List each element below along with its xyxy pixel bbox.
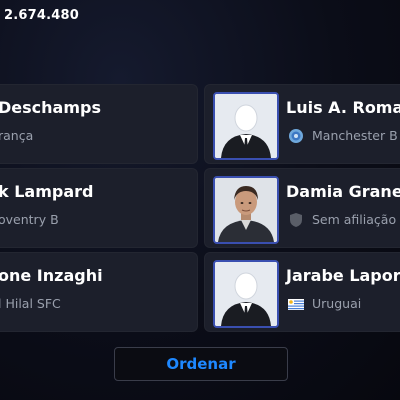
coach-club: oventry B [0,212,59,227]
coach-club: l Hilal SFC [0,296,61,311]
coach-club: Uruguai [312,296,362,311]
coach-portrait-photo [213,176,279,244]
coach-card-deschamps[interactable]: Deschamps rança [0,84,198,164]
coach-list: Deschamps rança Luis A. Roman Manchester… [0,0,400,400]
coach-club: Manchester B [312,128,398,143]
coach-card-luis-roman[interactable]: Luis A. Roman Manchester B [204,84,400,164]
coach-club: rança [0,128,34,143]
coach-name: Jarabe Laporta [286,266,400,285]
coach-name: k Lampard [0,182,94,201]
coach-card-jarabe-laporta[interactable]: Jarabe Laporta Uruguai [204,252,400,332]
coach-card-lampard[interactable]: k Lampard oventry B [0,168,198,248]
coach-card-damia-granero[interactable]: Damia Granero Sem afiliação [204,168,400,248]
coach-name: Luis A. Roman [286,98,400,117]
uruguay-flag-icon [288,299,304,310]
shield-icon [290,213,302,227]
coach-club: Sem afiliação [312,212,397,227]
manchester-blue-crest-icon [289,129,303,143]
sort-button[interactable]: Ordenar [114,347,288,381]
coach-portrait-silhouette [213,260,279,328]
coach-name: Damia Granero [286,182,400,201]
coach-portrait-silhouette [213,92,279,160]
coach-name: one Inzaghi [0,266,103,285]
coach-card-inzaghi[interactable]: one Inzaghi l Hilal SFC [0,252,198,332]
coach-name: Deschamps [0,98,101,117]
